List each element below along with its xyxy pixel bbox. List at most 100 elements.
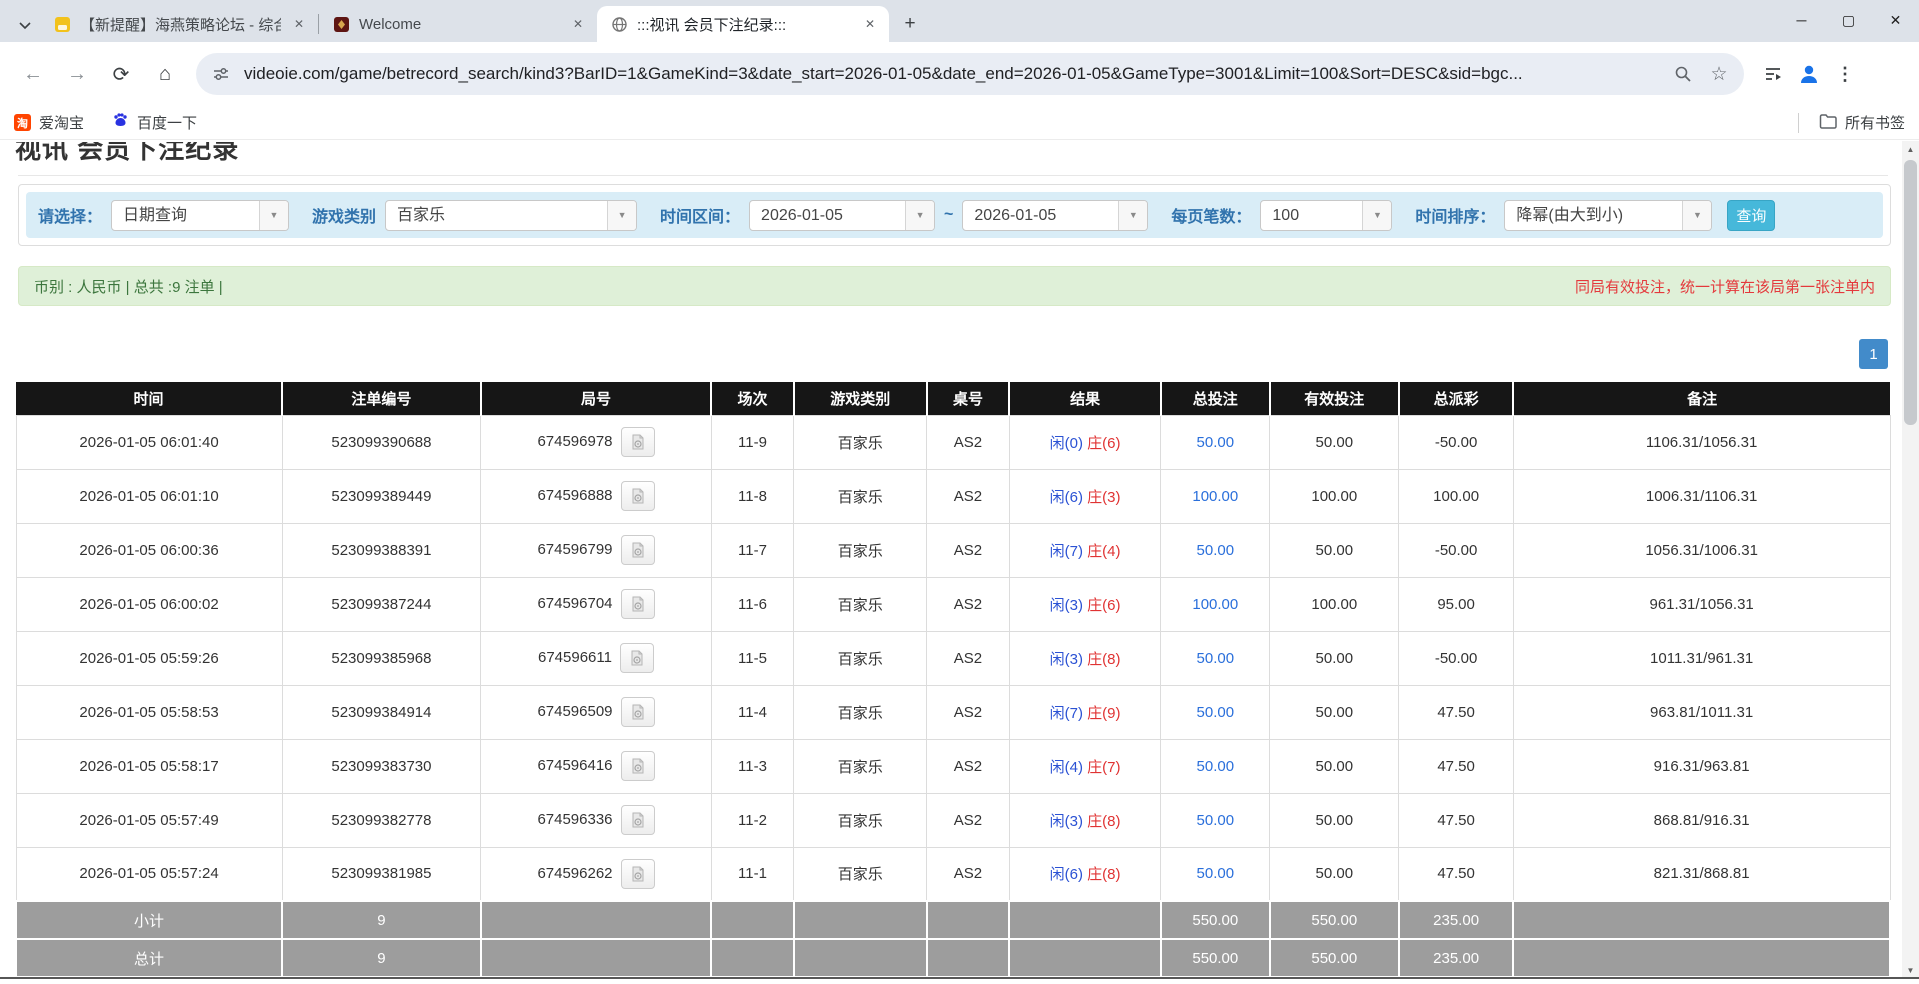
video-replay-button[interactable] <box>621 751 655 781</box>
site-settings-icon[interactable] <box>208 61 234 87</box>
profile-icon[interactable] <box>1796 61 1822 87</box>
subtotal-count: 9 <box>282 901 481 939</box>
page-button-1[interactable]: 1 <box>1859 339 1888 369</box>
round-number: 674596509 <box>537 703 612 720</box>
cell-bet-id: 523099387244 <box>282 577 481 631</box>
media-controls-icon[interactable] <box>1760 61 1786 87</box>
total-bet-link[interactable]: 50.00 <box>1197 650 1235 667</box>
all-bookmarks[interactable]: 所有书签 <box>1798 112 1905 133</box>
tab-close-icon[interactable]: ✕ <box>861 15 879 33</box>
cell-round: 674596704 <box>481 577 712 631</box>
minimize-button[interactable]: ─ <box>1778 0 1825 40</box>
total-bet-link[interactable]: 50.00 <box>1197 812 1235 829</box>
home-icon[interactable]: ⌂ <box>146 55 184 93</box>
video-replay-button[interactable] <box>621 589 655 619</box>
menu-dots-icon[interactable]: ⋮ <box>1832 61 1858 87</box>
table-row: 2026-01-05 06:00:36 523099388391 6745967… <box>16 523 1890 577</box>
address-bar[interactable]: videoie.com/game/betrecord_search/kind3?… <box>196 53 1744 95</box>
close-window-button[interactable]: ✕ <box>1872 0 1919 40</box>
tab-close-icon[interactable]: ✕ <box>569 15 587 33</box>
page-scrollbar[interactable]: ▲ ▼ <box>1902 141 1919 979</box>
video-replay-button[interactable] <box>621 535 655 565</box>
cell-total-bet: 50.00 <box>1161 523 1270 577</box>
page-content: 视讯 会员下注纪录 请选择： 日期查询 ▼ 游戏类别 百家乐 ▼ 时间区间： 2… <box>0 140 1919 978</box>
tab-forum[interactable]: 【新提醒】海燕策略论坛 - 综合 ✕ <box>40 6 318 42</box>
tab-bet-records[interactable]: :::视讯 会员下注纪录::: ✕ <box>597 6 889 42</box>
cell-round: 674596978 <box>481 415 712 469</box>
subtotal-total-bet: 550.00 <box>1161 901 1270 939</box>
bookmark-star-icon[interactable]: ☆ <box>1706 61 1732 87</box>
video-replay-button[interactable] <box>620 643 654 673</box>
table-row: 2026-01-05 05:57:49 523099382778 6745963… <box>16 793 1890 847</box>
sort-dropdown[interactable]: 降幂(由大到小) ▼ <box>1504 200 1712 231</box>
cell-session: 11-6 <box>711 577 793 631</box>
bookmark-baidu[interactable]: 百度一下 <box>112 112 197 133</box>
result-player: 闲(3) <box>1050 651 1083 668</box>
chevron-down-icon: ▼ <box>905 201 934 230</box>
total-bet-link[interactable]: 100.00 <box>1192 596 1238 613</box>
subtotal-label: 小计 <box>16 901 282 939</box>
bookmark-taobao[interactable]: 淘 爱淘宝 <box>14 112 84 133</box>
video-replay-button[interactable] <box>621 481 655 511</box>
cell-session: 11-1 <box>711 847 793 901</box>
scrollbar-thumb[interactable] <box>1904 160 1917 425</box>
total-bet-link[interactable]: 50.00 <box>1197 704 1235 721</box>
chevron-down-icon <box>18 18 32 32</box>
game-type-dropdown[interactable]: 百家乐 ▼ <box>385 200 637 231</box>
search-button[interactable]: 查询 <box>1727 200 1775 231</box>
col-valid-bet: 有效投注 <box>1270 382 1399 415</box>
round-number: 674596416 <box>537 757 612 774</box>
cell-total-bet: 50.00 <box>1161 847 1270 901</box>
video-replay-button[interactable] <box>621 805 655 835</box>
cell-session: 11-5 <box>711 631 793 685</box>
result-banker: 庄(8) <box>1087 651 1120 668</box>
result-banker: 庄(7) <box>1087 759 1120 776</box>
cell-valid-bet: 100.00 <box>1270 577 1399 631</box>
cell-bet-id: 523099385968 <box>282 631 481 685</box>
table-header: 时间 注单编号 局号 场次 游戏类别 桌号 结果 总投注 有效投注 总派彩 备注 <box>16 382 1890 415</box>
result-player: 闲(4) <box>1050 759 1083 776</box>
video-replay-button[interactable] <box>621 427 655 457</box>
cell-time: 2026-01-05 06:01:10 <box>16 469 282 523</box>
zoom-icon[interactable] <box>1670 61 1696 87</box>
maximize-button[interactable]: ▢ <box>1825 0 1872 40</box>
select-type-label: 请选择： <box>38 203 102 227</box>
date-start-dropdown[interactable]: 2026-01-05 ▼ <box>749 200 935 231</box>
total-bet-link[interactable]: 50.00 <box>1197 865 1235 882</box>
total-bet-link[interactable]: 50.00 <box>1197 542 1235 559</box>
back-icon[interactable]: ← <box>14 55 52 93</box>
cell-result: 闲(7) 庄(9) <box>1009 685 1161 739</box>
tab-search-button[interactable] <box>10 8 40 42</box>
cell-round: 674596416 <box>481 739 712 793</box>
cell-total-bet: 100.00 <box>1161 469 1270 523</box>
url-text[interactable]: videoie.com/game/betrecord_search/kind3?… <box>244 64 1660 84</box>
total-bet-link[interactable]: 100.00 <box>1192 488 1238 505</box>
col-table-no: 桌号 <box>927 382 1009 415</box>
date-end-dropdown[interactable]: 2026-01-05 ▼ <box>962 200 1148 231</box>
taobao-icon: 淘 <box>14 114 31 131</box>
total-payout: 235.00 <box>1399 939 1513 977</box>
cell-table-no: AS2 <box>927 847 1009 901</box>
table-row: 2026-01-05 05:59:26 523099385968 6745966… <box>16 631 1890 685</box>
scroll-up-icon[interactable]: ▲ <box>1902 141 1919 158</box>
page-size-dropdown[interactable]: 100 ▼ <box>1260 200 1392 231</box>
reload-icon[interactable]: ⟳ <box>102 55 140 93</box>
forward-icon[interactable]: → <box>58 55 96 93</box>
cell-remark: 1056.31/1006.31 <box>1513 523 1890 577</box>
total-bet-link[interactable]: 50.00 <box>1197 434 1235 451</box>
currency-total-text: 币别 : 人民币 | 总共 :9 注单 | <box>34 276 223 297</box>
video-replay-button[interactable] <box>621 697 655 727</box>
col-game-type: 游戏类别 <box>794 382 927 415</box>
new-tab-button[interactable]: + <box>895 9 925 39</box>
tab-welcome[interactable]: Welcome ✕ <box>319 6 597 42</box>
video-replay-button[interactable] <box>621 859 655 889</box>
tab-close-icon[interactable]: ✕ <box>290 15 308 33</box>
select-type-dropdown[interactable]: 日期查询 ▼ <box>111 200 289 231</box>
cell-game: 百家乐 <box>794 469 927 523</box>
round-number: 674596611 <box>538 649 612 666</box>
total-bet-link[interactable]: 50.00 <box>1197 758 1235 775</box>
cell-bet-id: 523099383730 <box>282 739 481 793</box>
col-result: 结果 <box>1009 382 1161 415</box>
cell-result: 闲(4) 庄(7) <box>1009 739 1161 793</box>
window-controls: ─ ▢ ✕ <box>1778 0 1919 40</box>
